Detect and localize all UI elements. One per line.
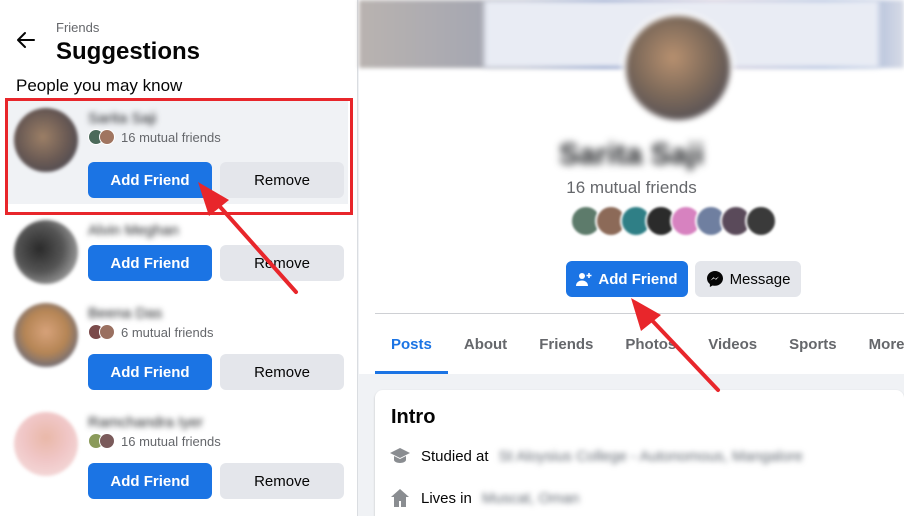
remove-button[interactable]: Remove	[220, 245, 344, 281]
mutual-friends[interactable]: 16 mutual friends	[88, 432, 221, 450]
mutual-count: 16 mutual friends	[121, 433, 221, 449]
tab-more-label: More	[868, 335, 904, 353]
profile-picture[interactable]	[622, 12, 734, 124]
add-friend-button[interactable]: Add Friend	[88, 463, 212, 499]
add-friend-button[interactable]: Add Friend	[88, 245, 212, 281]
breadcrumb[interactable]: Friends	[56, 20, 99, 35]
remove-button[interactable]: Remove	[220, 354, 344, 390]
message-label: Message	[729, 270, 791, 288]
suggestion-card[interactable]: Ramchandra Iyer 16 mutual friends Add Fr…	[8, 404, 348, 508]
section-heading: People you may know	[16, 76, 183, 95]
tab-videos[interactable]: Videos	[692, 314, 773, 374]
add-person-icon	[576, 273, 592, 286]
mutual-friends-avatars[interactable]	[570, 205, 777, 237]
add-friend-label: Add Friend	[598, 270, 678, 288]
mutual-avatars	[88, 324, 115, 340]
avatar[interactable]	[14, 412, 78, 476]
remove-button[interactable]: Remove	[220, 463, 344, 499]
tab-posts[interactable]: Posts	[375, 314, 448, 374]
tab-more[interactable]: More	[853, 314, 904, 374]
add-friend-button[interactable]: Add Friend	[88, 162, 212, 198]
tab-about[interactable]: About	[448, 314, 523, 374]
school-link[interactable]: St Aloysius College - Autonomous, Mangal…	[499, 448, 803, 465]
suggestion-card[interactable]: Sarita Saji 16 mutual friends Add Friend…	[8, 100, 348, 204]
avatar[interactable]	[14, 220, 78, 284]
suggestion-name[interactable]: Alvin Meghan	[88, 222, 179, 239]
mutual-friends[interactable]: 16 mutual friends	[88, 128, 221, 146]
mutual-count: 16 mutual friends	[121, 129, 221, 145]
profile-tabs: Posts About Friends Photos Videos Sports…	[375, 314, 904, 374]
mutual-avatars	[88, 433, 115, 449]
back-arrow-icon[interactable]	[14, 28, 38, 52]
profile-panel: Sarita Saji 16 mutual friends Add Friend…	[359, 0, 904, 516]
suggestion-name[interactable]: Beena Das	[88, 305, 162, 322]
profile-add-friend-button[interactable]: Add Friend	[566, 261, 688, 297]
suggestions-sidebar: Friends Suggestions People you may know …	[0, 0, 358, 516]
location-link[interactable]: Muscat, Oman	[482, 490, 580, 507]
messenger-icon	[706, 271, 723, 287]
intro-card: Intro Studied at St Aloysius College - A…	[375, 390, 904, 516]
suggestion-name[interactable]: Sarita Saji	[88, 110, 156, 127]
tab-friends[interactable]: Friends	[523, 314, 609, 374]
mutual-count: 6 mutual friends	[121, 324, 214, 340]
studied-prefix: Studied at	[421, 447, 489, 465]
avatar[interactable]	[14, 108, 78, 172]
mutual-avatars	[88, 129, 115, 145]
mutual-friends[interactable]: 6 mutual friends	[88, 323, 214, 341]
intro-title: Intro	[391, 406, 436, 428]
intro-location: Lives in Muscat, Oman	[389, 486, 579, 510]
profile-mutual-friends[interactable]: 16 mutual friends	[359, 178, 904, 198]
graduation-cap-icon	[390, 448, 410, 463]
page-title: Suggestions	[56, 38, 201, 65]
message-button[interactable]: Message	[695, 261, 801, 297]
tab-sports[interactable]: Sports	[773, 314, 853, 374]
suggestion-name[interactable]: Ramchandra Iyer	[88, 414, 203, 431]
remove-button[interactable]: Remove	[220, 162, 344, 198]
add-friend-button[interactable]: Add Friend	[88, 354, 212, 390]
avatar[interactable]	[14, 303, 78, 367]
intro-education: Studied at St Aloysius College - Autonom…	[389, 444, 803, 468]
lives-prefix: Lives in	[421, 489, 472, 507]
suggestion-card[interactable]: Beena Das 6 mutual friends Add Friend Re…	[8, 295, 348, 399]
tab-photos[interactable]: Photos	[609, 314, 692, 374]
home-icon	[391, 489, 409, 507]
profile-name: Sarita Saji	[558, 138, 705, 171]
